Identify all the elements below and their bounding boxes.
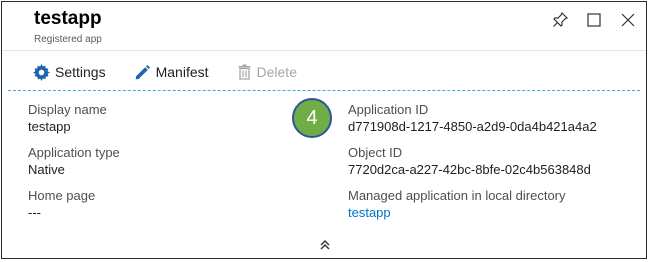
field-value: ---	[28, 205, 41, 220]
field-value: d771908d-1217-4850-a2d9-0da4b421a4a2	[348, 119, 597, 134]
gear-icon	[33, 63, 50, 81]
field-value: 7720d2ca-a227-42bc-8bfe-02c4b563848d	[348, 162, 591, 177]
collapse-chevron-icon[interactable]	[319, 238, 331, 256]
application-type-field: Application type Native	[28, 144, 120, 178]
manifest-label: Manifest	[155, 64, 209, 80]
pin-icon[interactable]	[552, 12, 568, 28]
maximize-icon[interactable]	[586, 12, 602, 28]
field-value: Native	[28, 162, 65, 177]
object-id-field: Object ID 7720d2ca-a227-42bc-8bfe-02c4b5…	[348, 144, 597, 178]
page-title: testapp	[34, 8, 102, 29]
window-controls	[552, 12, 636, 28]
display-name-field: Display name testapp	[28, 101, 120, 135]
settings-label: Settings	[55, 64, 106, 80]
field-label: Application type	[28, 145, 120, 160]
trash-icon	[237, 64, 252, 80]
home-page-field: Home page ---	[28, 187, 120, 221]
field-value: testapp	[28, 119, 71, 134]
field-label: Home page	[28, 188, 96, 203]
manifest-button[interactable]: Manifest	[134, 64, 209, 81]
delete-button[interactable]: Delete	[237, 64, 297, 80]
settings-button[interactable]: Settings	[33, 63, 106, 81]
field-label: Object ID	[348, 145, 403, 160]
page-subtitle: Registered app	[34, 34, 102, 45]
application-id-field: Application ID d771908d-1217-4850-a2d9-0…	[348, 101, 597, 135]
callout-number-badge: 4	[292, 98, 332, 138]
essentials-left-column: Display name testapp Application type Na…	[28, 101, 120, 230]
field-label: Display name	[28, 102, 107, 117]
managed-application-link[interactable]: testapp	[348, 204, 597, 221]
delete-label: Delete	[256, 64, 297, 80]
field-label: Application ID	[348, 102, 429, 117]
blade-header: testapp Registered app	[2, 2, 646, 51]
managed-application-field: Managed application in local directory t…	[348, 187, 597, 221]
essentials-right-column: Application ID d771908d-1217-4850-a2d9-0…	[348, 101, 597, 230]
command-bar: Settings Manifest Delete	[2, 55, 646, 89]
field-label: Managed application in local directory	[348, 188, 566, 203]
pencil-icon	[134, 64, 151, 81]
close-icon[interactable]	[620, 12, 636, 28]
